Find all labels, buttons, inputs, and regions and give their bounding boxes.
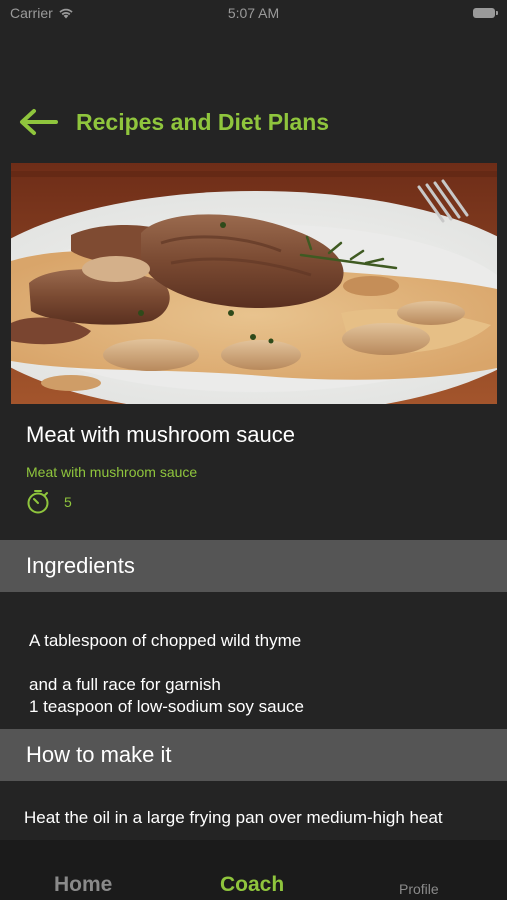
tab-profile[interactable]: Profile xyxy=(399,881,439,897)
howto-header: How to make it xyxy=(0,729,507,781)
recipe-subtitle: Meat with mushroom sauce xyxy=(26,464,198,480)
timer-icon xyxy=(27,490,49,514)
header: Recipes and Diet Plans xyxy=(18,104,489,140)
ingredient-item: A tablespoon of chopped wild thyme xyxy=(29,631,302,650)
ingredients-header: Ingredients xyxy=(0,540,507,592)
ingredient-item: 1 teaspoon of low-sodium soy sauce xyxy=(29,697,304,716)
ingredient-item: and a full race for garnish xyxy=(29,675,221,694)
tab-home[interactable]: Home xyxy=(54,873,112,897)
howto-text: Heat the oil in a large frying pan over … xyxy=(24,808,443,827)
screen: Carrier 5:07 AM Recipes and Diet Plans M… xyxy=(0,0,507,900)
back-arrow-icon xyxy=(20,109,58,135)
status-time: 5:07 AM xyxy=(227,5,280,21)
battery-icon xyxy=(473,8,498,18)
status-bar: Carrier 5:07 AM xyxy=(0,0,507,28)
recipe-time: 5 xyxy=(26,489,72,515)
recipe-image xyxy=(11,163,497,404)
recipe-title: Meat with mushroom sauce xyxy=(26,422,295,447)
tab-bar: Home Coach Profile xyxy=(0,840,507,900)
back-button[interactable] xyxy=(18,104,60,140)
page-title: Recipes and Diet Plans xyxy=(76,108,330,135)
tab-coach[interactable]: Coach xyxy=(220,873,284,897)
recipe-time-value: 5 xyxy=(64,494,72,510)
ingredients-list: A tablespoon of chopped wild thyme and a… xyxy=(29,630,487,718)
